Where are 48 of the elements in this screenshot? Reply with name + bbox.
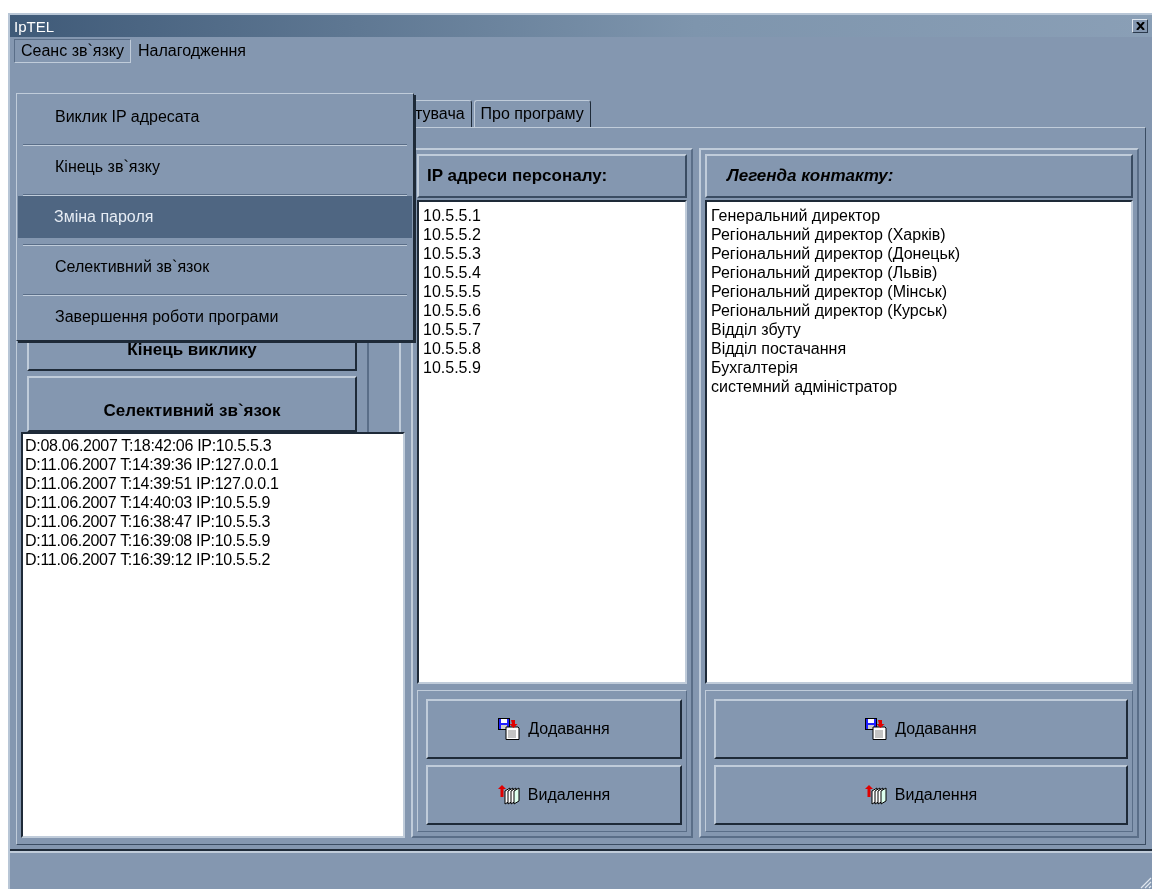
menu-entry[interactable]: Селективний зв`язок (19, 246, 411, 288)
menu-entry[interactable]: Зміна пароля (18, 196, 412, 238)
log-entry[interactable]: D:11.06.2007 T:16:39:12 IP:10.5.5.2 (25, 550, 401, 569)
list-item[interactable]: Регіональний директор (Донецьк) (711, 244, 1127, 263)
log-entry[interactable]: D:11.06.2007 T:16:38:47 IP:10.5.5.3 (25, 512, 401, 531)
menu-item[interactable]: Сеанс зв`язку (14, 39, 131, 63)
log-entry[interactable]: D:08.06.2007 T:18:42:06 IP:10.5.5.3 (25, 436, 401, 455)
menu-entry[interactable]: Виклик IP адресата (19, 96, 411, 138)
close-icon (1135, 22, 1145, 30)
list-item[interactable]: 10.5.5.6 (423, 301, 681, 320)
floppy-document-icon (498, 718, 521, 740)
list-item[interactable]: 10.5.5.1 (423, 206, 681, 225)
log-entry[interactable]: D:11.06.2007 T:14:40:03 IP:10.5.5.9 (25, 493, 401, 512)
list-item[interactable]: 10.5.5.8 (423, 339, 681, 358)
resize-grip-icon (1138, 875, 1152, 889)
list-item[interactable]: системний адміністратор (711, 377, 1127, 396)
list-item[interactable]: Відділ постачання (711, 339, 1127, 358)
list-item[interactable]: Регіональний директор (Мінськ) (711, 282, 1127, 301)
delete-button[interactable]: Видалення (714, 765, 1128, 825)
pages-arrow-icon (497, 785, 520, 805)
panel-header: IP адреси персоналу: (417, 154, 687, 198)
floppy-document-icon (865, 718, 888, 740)
menu-item[interactable]: Налагодження (131, 39, 253, 63)
delete-button[interactable]: Видалення (426, 765, 682, 825)
close-button[interactable] (1132, 19, 1148, 33)
list-item[interactable]: Відділ збуту (711, 320, 1127, 339)
list-item[interactable]: Генеральний директор (711, 206, 1127, 225)
list-item[interactable]: Регіональний директор (Львів) (711, 263, 1127, 282)
add-button[interactable]: Додавання (426, 699, 682, 759)
log-entry[interactable]: D:11.06.2007 T:14:39:36 IP:127.0.0.1 (25, 455, 401, 474)
list-item[interactable]: Регіональний директор (Харків) (711, 225, 1127, 244)
list-item[interactable]: 10.5.5.9 (423, 358, 681, 377)
list-item[interactable]: 10.5.5.5 (423, 282, 681, 301)
add-button[interactable]: Додавання (714, 699, 1128, 759)
menu-entry[interactable]: Кінець зв`язку (19, 146, 411, 188)
log-entry[interactable]: D:11.06.2007 T:16:39:08 IP:10.5.5.9 (25, 531, 401, 550)
tab[interactable]: Про програму (473, 100, 591, 127)
panel-header: Легенда контакту: (705, 154, 1133, 198)
action-button[interactable]: Селективний зв`язок (27, 376, 357, 432)
list-item[interactable]: 10.5.5.3 (423, 244, 681, 263)
list-item[interactable]: 10.5.5.2 (423, 225, 681, 244)
window-title: IpTEL (14, 17, 55, 35)
list-item[interactable]: Регіональний директор (Курськ) (711, 301, 1127, 320)
list-item[interactable]: 10.5.5.7 (423, 320, 681, 339)
list-item[interactable]: Бухгалтерія (711, 358, 1127, 377)
pages-arrow-icon (864, 785, 887, 805)
log-entry[interactable]: D:11.06.2007 T:14:39:51 IP:127.0.0.1 (25, 474, 401, 493)
list-item[interactable]: 10.5.5.4 (423, 263, 681, 282)
